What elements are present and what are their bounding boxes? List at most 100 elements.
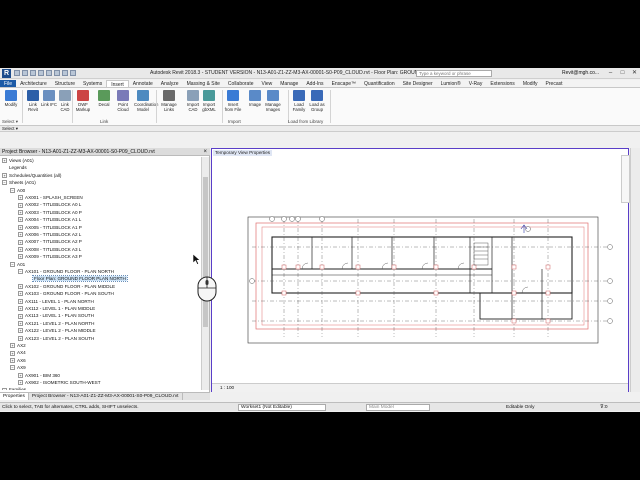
revit-logo-icon[interactable]: R [2, 69, 11, 78]
tree-item[interactable]: + AX002 - TITLEBLOCK A0 L [18, 201, 81, 208]
tab-view[interactable]: View [258, 80, 277, 87]
tab-quantification[interactable]: Quantification [360, 80, 399, 87]
tab-modify[interactable]: Modify [519, 80, 542, 87]
tree-item[interactable]: + AX007 - TITLEBLOCK A2 P [18, 238, 82, 245]
user-account[interactable]: Revit@mgh.co... [562, 70, 599, 76]
expand-icon[interactable]: + [18, 306, 23, 312]
tree-item[interactable]: + AX111 - LEVEL 1 - PLAN NORTH [18, 298, 94, 305]
tab-precast[interactable]: Precast [542, 80, 567, 87]
browser-scrollbar[interactable] [201, 157, 209, 390]
insert-from-file-button[interactable]: Insert from File [224, 90, 242, 112]
design-option-dropdown[interactable]: Main Model [366, 404, 430, 411]
tree-item[interactable]: + AX122 - LEVEL 2 - PLAN MIDDLE [18, 327, 96, 334]
navigation-bar[interactable] [621, 155, 630, 203]
tab-insert[interactable]: Insert [106, 80, 129, 88]
point-cloud-button[interactable]: Point Cloud [114, 90, 132, 112]
search-input[interactable]: Type a keyword or phrase [416, 70, 492, 77]
filter-icon[interactable]: ⊽:0 [600, 403, 608, 412]
print-icon[interactable] [54, 70, 60, 76]
expand-icon[interactable]: + [18, 298, 23, 304]
expand-icon[interactable]: + [18, 210, 23, 216]
expand-icon[interactable]: + [18, 232, 23, 238]
tree-item[interactable]: − AX101 - GROUND FLOOR - PLAN NORTH [18, 268, 114, 275]
tree-item[interactable]: + AX005 - TITLEBLOCK A1 P [18, 224, 82, 231]
expand-icon[interactable]: + [2, 173, 7, 179]
tab-enscape-[interactable]: Enscape™ [328, 80, 360, 87]
collapse-icon[interactable]: − [18, 269, 23, 275]
decal-button[interactable]: Decal [95, 90, 113, 107]
tree-item[interactable]: + AX113 - LEVEL 1 - PLAN SOUTH [18, 312, 94, 319]
tree-item[interactable]: + AX001 - SPLASH_SCREEN [18, 194, 83, 201]
tree-item[interactable]: + AX4 [10, 349, 26, 356]
collapse-icon[interactable]: − [10, 261, 15, 267]
floor-plan-drawing[interactable] [212, 149, 628, 382]
tree-item[interactable]: + AX008 - TITLEBLOCK A3 L [18, 246, 81, 253]
tree-item[interactable]: + AX123 - LEVEL 2 - PLAN SOUTH [18, 335, 94, 342]
editable-only-toggle[interactable]: Editable Only [506, 403, 535, 412]
text-icon[interactable] [70, 70, 76, 76]
sync-icon[interactable] [30, 70, 36, 76]
view-scrollbar[interactable] [630, 148, 640, 392]
expand-icon[interactable]: + [2, 387, 7, 390]
expand-icon[interactable]: + [18, 291, 23, 297]
tree-item[interactable]: + AX6 [10, 357, 26, 364]
coordination-model-button[interactable]: Coordination Model [134, 90, 158, 112]
redo-icon[interactable] [46, 70, 52, 76]
scrollbar-thumb[interactable] [203, 177, 208, 327]
modify-button[interactable]: Modify [2, 90, 20, 107]
tab-project-browser[interactable]: Project Browser - N13-A01-Z1-ZZ-M3-AX-00… [29, 393, 183, 400]
expand-icon[interactable]: + [18, 335, 23, 341]
tab-systems[interactable]: Systems [79, 80, 106, 87]
tree-item[interactable]: + AX901 - BIM 360 [18, 372, 60, 379]
tree-item[interactable]: − A00 [10, 187, 25, 194]
tree-item[interactable]: Floor Plan: GROUND FLOOR PLAN NORTH [26, 275, 128, 283]
tab-massing-site[interactable]: Massing & Site [183, 80, 224, 87]
expand-icon[interactable]: + [18, 224, 23, 230]
manage-links-button[interactable]: Manage Links [160, 90, 178, 112]
tab-add-ins[interactable]: Add-Ins [302, 80, 327, 87]
expand-icon[interactable]: + [18, 195, 23, 201]
tab-lumion-[interactable]: Lumion® [437, 80, 465, 87]
expand-icon[interactable]: + [18, 202, 23, 208]
collapse-icon[interactable]: − [2, 180, 7, 186]
tree-item[interactable]: Legends [2, 164, 27, 171]
close-icon[interactable]: ✕ [630, 69, 639, 77]
tab-extensions[interactable]: Extensions [486, 80, 518, 87]
expand-icon[interactable]: + [18, 321, 23, 327]
workset-dropdown[interactable]: Workset1 (Not Editable) [238, 404, 326, 411]
view-scale[interactable]: 1 : 100 [220, 385, 234, 390]
image-button[interactable]: Image [246, 90, 264, 107]
expand-icon[interactable]: + [18, 372, 23, 378]
import-gbxml-button[interactable]: Import gbXML [200, 90, 218, 112]
tree-item[interactable]: − Sheets (A01) [2, 179, 36, 186]
load-family-button[interactable]: Load Family [290, 90, 308, 112]
measure-icon[interactable] [62, 70, 68, 76]
tree-item[interactable]: + AX102 - GROUND FLOOR - PLAN MIDDLE [18, 283, 115, 290]
tab-file[interactable]: File [0, 80, 17, 87]
tree-item[interactable]: + Schedules/Quantities (all) [2, 172, 61, 179]
tree-item[interactable]: + AX2 [10, 342, 26, 349]
tree-item[interactable]: + AX103 - GROUND FLOOR - PLAN SOUTH [18, 290, 114, 297]
close-icon[interactable]: × [203, 148, 207, 156]
ribbon-group-label[interactable]: Select ▾ [2, 119, 18, 125]
tree-item[interactable]: − AX9 [10, 364, 26, 371]
expand-icon[interactable]: + [18, 254, 23, 260]
expand-icon[interactable]: + [18, 239, 23, 245]
tab-analyze[interactable]: Analyze [157, 80, 183, 87]
minimize-icon[interactable]: – [606, 69, 615, 77]
tab-manage[interactable]: Manage [276, 80, 302, 87]
tab-collaborate[interactable]: Collaborate [224, 80, 258, 87]
dwf-markup-button[interactable]: DWF Markup [74, 90, 92, 112]
open-icon[interactable] [14, 70, 20, 76]
tree-item[interactable]: + AX004 - TITLEBLOCK A1 L [18, 216, 81, 223]
expand-icon[interactable]: + [18, 217, 23, 223]
tab-structure[interactable]: Structure [51, 80, 79, 87]
expand-icon[interactable]: + [18, 284, 23, 290]
tree-item[interactable]: +Families [2, 386, 26, 390]
drawing-view[interactable]: Temporary View Properties 1: 100 [211, 148, 630, 392]
collapse-icon[interactable]: − [10, 187, 15, 193]
expand-icon[interactable]: + [10, 343, 15, 349]
tree-item[interactable]: + AX121 - LEVEL 2 - PLAN NORTH [18, 320, 94, 327]
expand-icon[interactable]: + [18, 328, 23, 334]
tree-item[interactable]: + AX003 - TITLEBLOCK A0 P [18, 209, 82, 216]
